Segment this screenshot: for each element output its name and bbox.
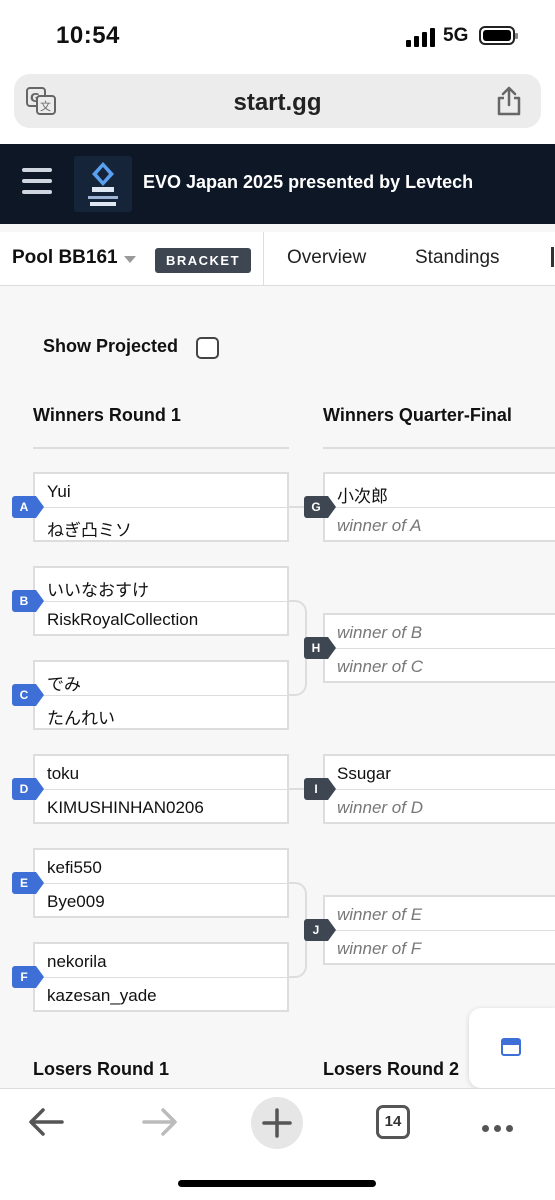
player-name[interactable]: でみ: [47, 670, 81, 695]
player-name[interactable]: ねぎ凸ミソ: [47, 516, 132, 541]
player-name[interactable]: Ssugar: [337, 764, 391, 784]
new-tab-button[interactable]: [251, 1097, 303, 1149]
header-underline: [323, 447, 555, 449]
projected-player: winner of A: [337, 516, 422, 535]
projected-player: winner of F: [337, 939, 422, 958]
plus-icon: [262, 1108, 292, 1138]
round-header-winners-1: Winners Round 1: [33, 405, 181, 425]
pool-selector[interactable]: Pool BB161: [12, 247, 118, 269]
player-name[interactable]: RiskRoyalCollection: [47, 610, 198, 630]
match-label-g: G: [304, 496, 336, 518]
match-c[interactable]: でみ たんれい: [33, 660, 289, 730]
url-text[interactable]: start.gg: [14, 89, 541, 117]
signal-icon: [406, 27, 436, 47]
event-tabs: Pool BB161 BRACKET Overview Standings: [0, 232, 555, 286]
match-label-i: I: [304, 778, 336, 800]
network-type: 5G: [443, 25, 469, 46]
match-i[interactable]: Ssugar winner of D: [323, 754, 555, 824]
match-b[interactable]: いいなおすけ RiskRoyalCollection: [33, 566, 289, 636]
match-f[interactable]: nekorila kazesan_yade: [33, 942, 289, 1012]
round-header-losers-1: Losers Round 1: [33, 1059, 170, 1079]
tournament-title[interactable]: EVO Japan 2025 presented by Levtech: [143, 172, 473, 193]
browser-address-area: G 文 start.gg: [0, 70, 555, 144]
tab-standings[interactable]: Standings: [415, 247, 500, 269]
battery-icon: [479, 26, 518, 45]
tab-divider: [263, 232, 264, 286]
projected-player: winner of E: [337, 905, 423, 924]
back-icon[interactable]: [28, 1107, 64, 1137]
projected-player: winner of D: [337, 798, 423, 817]
tabs-icon[interactable]: 14: [376, 1105, 410, 1139]
status-bar: 10:54 5G: [0, 0, 555, 70]
bracket-badge: BRACKET: [155, 248, 251, 273]
match-e[interactable]: kefi550 Bye009: [33, 848, 289, 918]
match-label-d: D: [12, 778, 44, 800]
match-d[interactable]: toku KIMUSHINHAN0206: [33, 754, 289, 824]
round-header-winners-qf: Winners Quarter-Final: [323, 405, 512, 425]
player-name[interactable]: たんれい: [47, 704, 115, 729]
match-g[interactable]: 小次郎 winner of A: [323, 472, 555, 542]
player-name[interactable]: kazesan_yade: [47, 986, 157, 1006]
player-name[interactable]: KIMUSHINHAN0206: [47, 798, 204, 818]
header-underline: [33, 447, 289, 449]
panel-icon: [501, 1038, 521, 1056]
match-label-c: C: [12, 684, 44, 706]
projected-player: winner of B: [337, 623, 423, 642]
round-header-losers-2: Losers Round 2: [323, 1059, 460, 1079]
match-j[interactable]: winner of E winner of F: [323, 895, 555, 965]
show-projected-label: Show Projected: [43, 336, 179, 356]
match-label-a: A: [12, 496, 44, 518]
player-name[interactable]: toku: [47, 764, 79, 784]
home-indicator[interactable]: [178, 1180, 376, 1187]
panel-toggle-button[interactable]: [469, 1008, 555, 1088]
player-name[interactable]: Yui: [47, 482, 71, 502]
chevron-down-icon[interactable]: [124, 256, 136, 263]
match-label-b: B: [12, 590, 44, 612]
match-label-f: F: [12, 966, 44, 988]
match-a[interactable]: Yui ねぎ凸ミソ: [33, 472, 289, 542]
match-h[interactable]: winner of B winner of C: [323, 613, 555, 683]
address-bar[interactable]: G 文 start.gg: [14, 74, 541, 128]
menu-icon[interactable]: [22, 168, 52, 194]
player-name[interactable]: nekorila: [47, 952, 107, 972]
status-time: 10:54: [56, 22, 120, 49]
tab-overflow[interactable]: [551, 247, 554, 267]
forward-icon[interactable]: [142, 1107, 178, 1137]
evo-logo: [74, 156, 132, 212]
player-name[interactable]: Bye009: [47, 892, 105, 912]
share-icon[interactable]: [495, 86, 523, 116]
show-projected-checkbox[interactable]: [196, 337, 219, 359]
more-icon[interactable]: [482, 1119, 518, 1137]
player-name[interactable]: kefi550: [47, 858, 102, 878]
projected-player: winner of C: [337, 657, 423, 676]
player-name[interactable]: 小次郎: [337, 482, 388, 507]
player-name[interactable]: いいなおすけ: [47, 576, 149, 601]
match-label-j: J: [304, 919, 336, 941]
match-label-e: E: [12, 872, 44, 894]
tab-overview[interactable]: Overview: [287, 247, 366, 269]
site-header: EVO Japan 2025 presented by Levtech: [0, 144, 555, 224]
match-label-h: H: [304, 637, 336, 659]
